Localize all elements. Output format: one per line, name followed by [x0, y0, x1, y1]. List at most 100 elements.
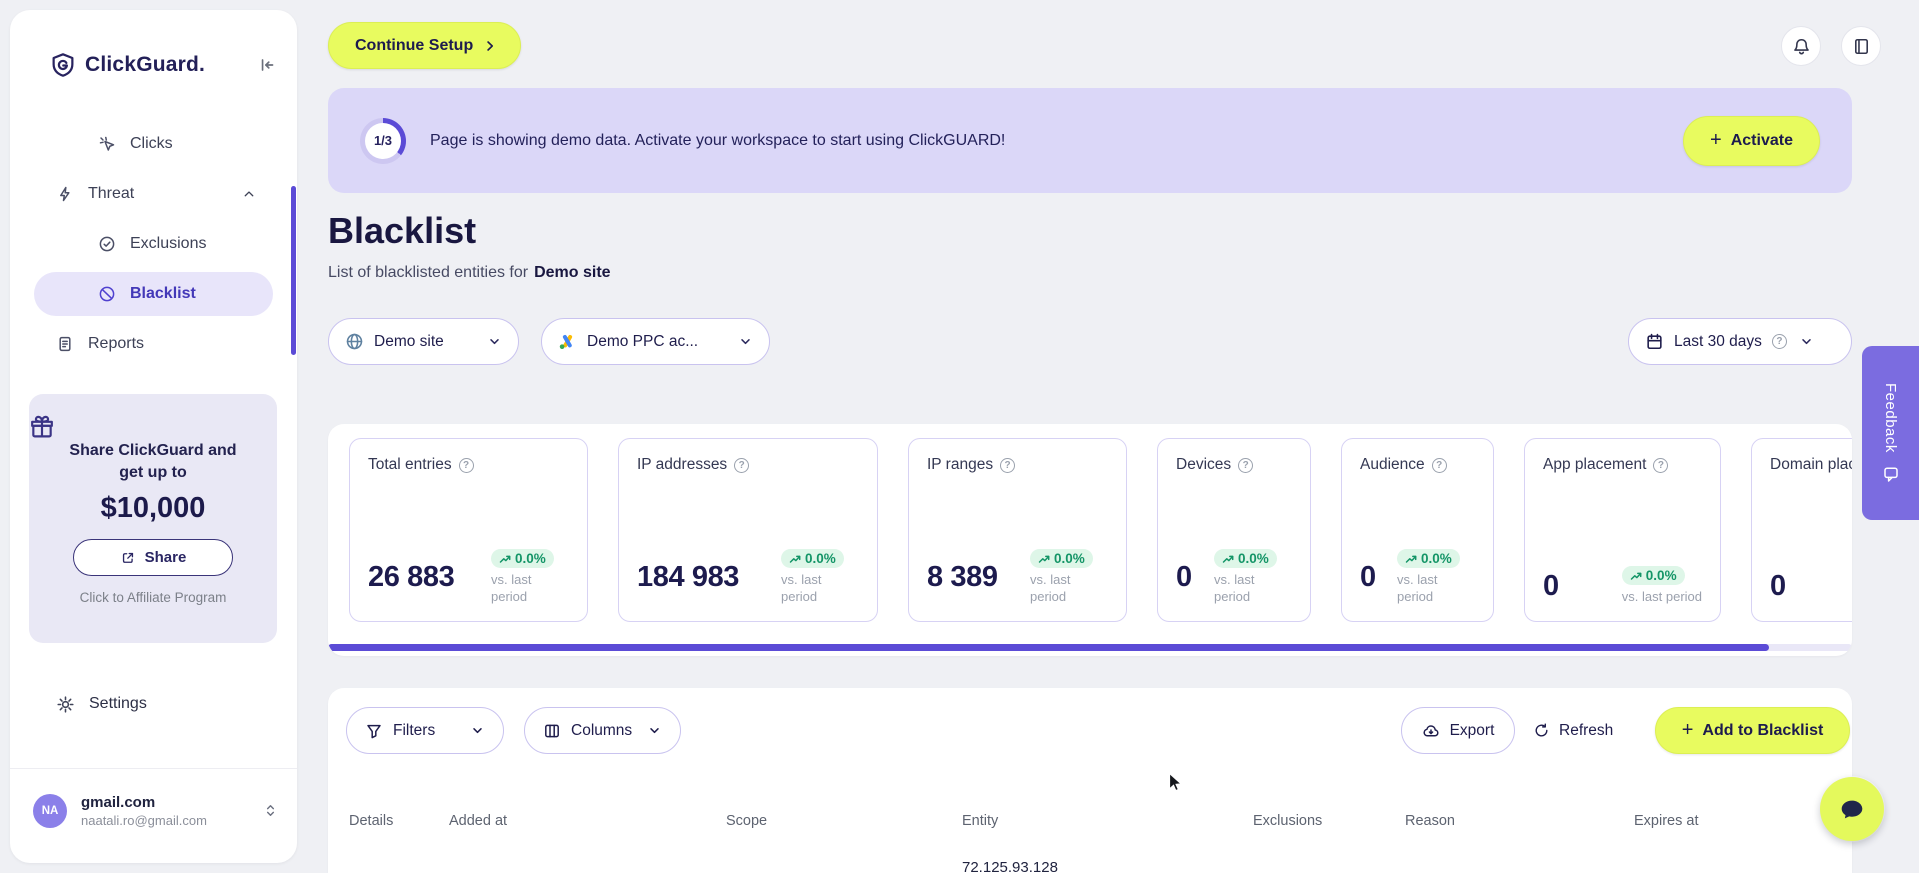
delta-badge: 0.0%: [1397, 549, 1460, 569]
user-name: gmail.com: [81, 793, 156, 811]
info-icon[interactable]: ?: [734, 457, 750, 473]
demo-data-banner: 1/3 Page is showing demo data. Activate …: [328, 88, 1852, 193]
book-icon: [1852, 37, 1871, 56]
stat-period: vs. last period: [1030, 572, 1071, 605]
setup-progress-ring: 1/3: [360, 117, 406, 164]
row-entity-cell: 72.125.93.128: [962, 859, 1058, 873]
sidebar-item-label: Reports: [88, 335, 145, 352]
calendar-icon: [1645, 332, 1664, 351]
page-subtitle: List of blacklisted entities for Demo si…: [328, 264, 611, 282]
stat-label: IP ranges: [927, 456, 994, 473]
column-header-expires-at[interactable]: Expires at: [1634, 813, 1852, 829]
info-icon[interactable]: ?: [1431, 457, 1447, 473]
stat-period: vs. last period: [781, 572, 822, 605]
info-icon[interactable]: ?: [1000, 457, 1016, 473]
filters-button[interactable]: Filters: [346, 707, 504, 754]
site-selector[interactable]: Demo site: [328, 318, 519, 365]
ppc-account-selector[interactable]: Demo PPC ac...: [541, 318, 770, 365]
sidebar-item-threat[interactable]: Threat: [34, 172, 273, 216]
user-menu[interactable]: NA gmail.com naatali.ro@gmail.com: [33, 783, 279, 838]
library-button[interactable]: [1841, 26, 1881, 66]
stat-label: Audience: [1360, 456, 1425, 473]
stat-card-total-entries: Total entries? 26 883 0.0% vs. last peri…: [349, 438, 588, 622]
stat-period: vs. last period: [1214, 572, 1255, 605]
column-header-scope[interactable]: Scope: [726, 813, 962, 829]
chat-widget-button[interactable]: [1820, 777, 1884, 841]
table-header-row: Details Added at Scope Entity Exclusions…: [328, 806, 1852, 836]
plus-icon: +: [1710, 128, 1722, 151]
funnel-icon: [365, 722, 383, 740]
stat-value: 184 983: [637, 561, 740, 594]
sidebar-item-clicks[interactable]: Clicks: [34, 122, 273, 166]
feedback-tab[interactable]: Feedback: [1862, 346, 1919, 520]
user-meta: gmail.com naatali.ro@gmail.com: [81, 794, 262, 828]
ppc-account-value: Demo PPC ac...: [587, 332, 699, 350]
table-row[interactable]: 72.125.93.128: [328, 852, 1852, 873]
info-icon[interactable]: ?: [1653, 457, 1669, 473]
stat-card-audience: Audience? 0 0.0% vs. last period: [1341, 438, 1494, 622]
feedback-chat-icon: [1882, 465, 1900, 483]
trend-up-icon: [499, 555, 511, 563]
activate-label: Activate: [1730, 131, 1793, 149]
stat-label: Domain placement: [1770, 456, 1852, 473]
continue-setup-button[interactable]: Continue Setup: [328, 22, 522, 69]
info-icon[interactable]: ?: [1238, 457, 1254, 473]
activate-button[interactable]: + Activate: [1683, 115, 1820, 166]
sidebar-item-settings[interactable]: Settings: [10, 682, 297, 726]
plus-icon: +: [1681, 718, 1694, 741]
notifications-button[interactable]: [1781, 26, 1821, 66]
columns-button[interactable]: Columns: [524, 707, 681, 754]
logo-row: ClickGuard.: [50, 52, 277, 78]
info-icon[interactable]: ?: [458, 457, 474, 473]
stat-value: 8 389: [927, 561, 998, 594]
sidebar-item-blacklist[interactable]: Blacklist: [34, 272, 273, 316]
sidebar-item-exclusions[interactable]: Exclusions: [34, 222, 273, 266]
trend-up-icon: [1222, 555, 1234, 563]
column-header-entity[interactable]: Entity: [962, 813, 1253, 829]
promo-amount: $10,000: [100, 492, 206, 525]
divider: [10, 768, 297, 769]
expand-chevrons-icon[interactable]: [262, 802, 279, 819]
feedback-label: Feedback: [1882, 383, 1899, 453]
avatar: NA: [33, 793, 67, 828]
affiliate-promo-card: Share ClickGuard and get up to $10,000 S…: [29, 394, 277, 643]
chevron-down-icon: [1799, 334, 1814, 349]
external-link-icon: [120, 550, 136, 566]
share-button[interactable]: Share: [73, 539, 233, 577]
page-title: Blacklist: [328, 210, 477, 251]
horizontal-scrollbar-track[interactable]: [328, 644, 1852, 651]
stat-value: 0: [1770, 569, 1786, 602]
date-range-selector[interactable]: Last 30 days ?: [1628, 318, 1852, 365]
chat-bubble-icon: [1841, 800, 1863, 819]
block-icon: [98, 285, 116, 303]
stat-label: App placement: [1543, 456, 1647, 473]
stats-panel: Total entries? 26 883 0.0% vs. last peri…: [328, 424, 1852, 656]
affiliate-link[interactable]: Click to Affiliate Program: [29, 590, 277, 605]
add-to-blacklist-button[interactable]: + Add to Blacklist: [1655, 707, 1850, 754]
refresh-button[interactable]: Refresh: [1533, 707, 1613, 754]
column-header-added-at[interactable]: Added at: [449, 813, 726, 829]
google-ads-icon: [558, 332, 577, 351]
chevron-up-icon[interactable]: [241, 186, 257, 202]
help-icon[interactable]: ?: [1771, 334, 1787, 349]
chevron-down-icon: [647, 723, 662, 738]
export-button[interactable]: Export: [1401, 707, 1515, 754]
delta-badge: 0.0%: [491, 549, 554, 569]
columns-icon: [543, 722, 561, 740]
sidebar-collapse-icon[interactable]: [257, 55, 277, 75]
sidebar: ClickGuard. Clicks Threat Exclusions Bla…: [10, 10, 297, 863]
sidebar-scrollbar[interactable]: [291, 186, 296, 355]
stat-card-ip-ranges: IP ranges? 8 389 0.0% vs. last period: [908, 438, 1127, 622]
horizontal-scrollbar-thumb[interactable]: [328, 644, 1769, 651]
clickguard-logo-icon: [50, 52, 76, 78]
delta-badge: 0.0%: [781, 549, 844, 569]
sidebar-item-reports[interactable]: Reports: [34, 322, 273, 366]
column-header-exclusions[interactable]: Exclusions: [1253, 813, 1405, 829]
stat-label: IP addresses: [637, 456, 728, 473]
column-header-reason[interactable]: Reason: [1405, 813, 1634, 829]
column-header-details[interactable]: Details: [349, 813, 449, 829]
chevron-down-icon: [487, 334, 502, 349]
delta-badge: 0.0%: [1030, 549, 1093, 569]
globe-icon: [345, 332, 364, 351]
stat-card-ip-addresses: IP addresses? 184 983 0.0% vs. last peri…: [618, 438, 878, 622]
